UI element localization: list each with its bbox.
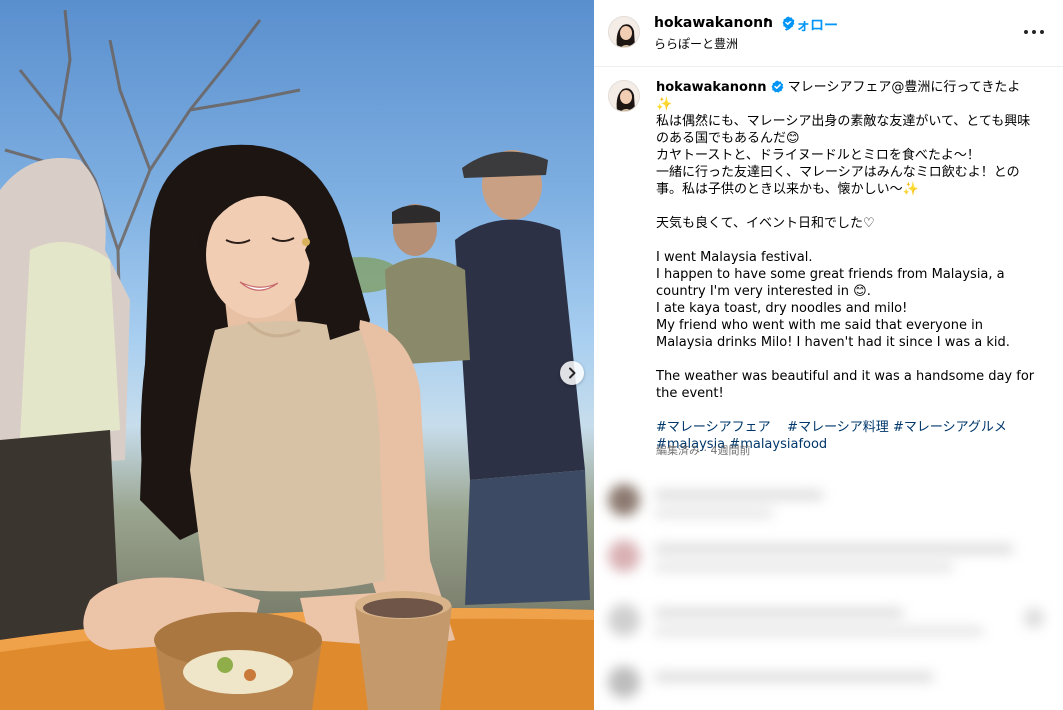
separator-dot: •	[762, 13, 771, 29]
caption-line: My friend who went with me said that eve…	[656, 318, 1010, 350]
chevron-right-icon	[569, 367, 576, 379]
post-caption: hokawakanonn マレーシアフェア@豊洲に行ってきたよ✨ 私は偶然にも、…	[656, 79, 1036, 453]
username-text[interactable]: hokawakanonn	[654, 15, 773, 31]
more-options-icon[interactable]	[1024, 30, 1046, 36]
caption-username[interactable]: hokawakanonn	[656, 80, 767, 95]
caption-line: 一緒に行った友達曰く、マレーシアはみんなミロ飲むよ！との事。私は子供のとき以来か…	[656, 165, 1020, 197]
verified-badge-icon	[771, 80, 783, 93]
comments-section-blurred	[594, 478, 1063, 710]
caption-line: The weather was beautiful and it was a h…	[656, 369, 1035, 401]
caption-section: hokawakanonn マレーシアフェア@豊洲に行ってきたよ✨ 私は偶然にも、…	[594, 66, 1063, 478]
caption-line: 私は偶然にも、マレーシア出身の素敵な友達がいて、とても興味のある国でもあるんだ😊	[656, 114, 1031, 146]
follow-button[interactable]: フォロー	[782, 15, 838, 35]
username-link[interactable]: hokawakanonn	[654, 15, 795, 31]
avatar[interactable]	[608, 16, 640, 48]
post-meta: 編集済み · 4週間前	[656, 444, 751, 457]
hashtag-link[interactable]: #マレーシア料理	[787, 420, 889, 435]
location-link[interactable]: ららぽーと豊洲	[654, 35, 738, 52]
caption-line: I went Malaysia festival.	[656, 250, 813, 265]
caption-line: カヤトーストと、ドライヌードルとミロを食べたよ〜！	[656, 148, 980, 163]
caption-line: I ate kaya toast, dry noodles and milo!	[656, 301, 908, 316]
photo-scene	[0, 9, 594, 710]
next-photo-button[interactable]	[560, 361, 584, 385]
avatar[interactable]	[608, 80, 640, 112]
hashtag-link[interactable]: #マレーシアグルメ	[893, 420, 1007, 435]
caption-line: 天気も良くて、イベント日和でした♡	[656, 216, 875, 231]
post-photo	[0, 0, 594, 710]
caption-line: I happen to have some great friends from…	[656, 267, 1005, 299]
post-header: hokawakanonn • フォロー ららぽーと豊洲	[594, 0, 1063, 67]
post-sidebar: hokawakanonn • フォロー ららぽーと豊洲 hokawakanonn	[594, 0, 1063, 710]
hashtag-link[interactable]: #マレーシアフェア	[656, 420, 771, 435]
